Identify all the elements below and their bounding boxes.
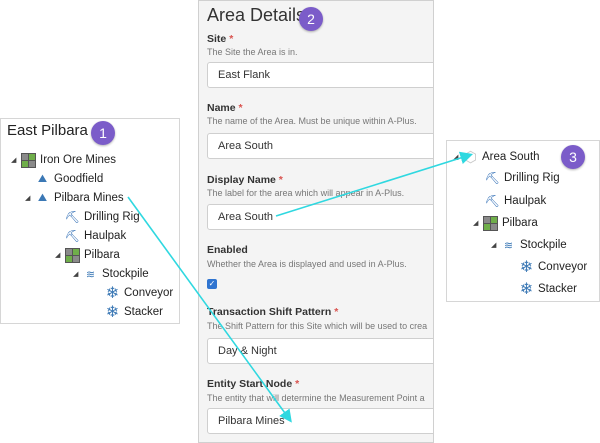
tree-node-drilling-rig[interactable]: ⛏ Drilling Rig [65, 208, 140, 226]
tree-label: Stacker [124, 306, 163, 318]
display-name-label: Display Name * [207, 174, 283, 186]
collapse-triangle-icon[interactable]: ◢ [491, 241, 501, 249]
tree-label: Stacker [538, 283, 577, 295]
step-badge-3: 3 [561, 145, 585, 169]
stockpile-icon: ≋ [85, 268, 96, 281]
name-field[interactable]: Area South [207, 133, 433, 159]
tree-node-area-south[interactable]: ◢ ⬡ Area South [453, 148, 540, 166]
tree-label: Pilbara [84, 249, 120, 261]
shift-pattern-help: The Shift Pattern for this Site which wi… [207, 321, 428, 331]
collapse-triangle-icon[interactable]: ◢ [473, 219, 483, 227]
collapse-triangle-icon[interactable]: ◢ [11, 156, 21, 164]
start-node-help: The entity that will determine the Measu… [207, 393, 425, 403]
tree-node-pilbara[interactable]: ◢ Pilbara [55, 246, 120, 264]
tree-node-stacker[interactable]: ❄ Stacker [519, 280, 577, 298]
grid-icon [21, 152, 36, 168]
tree-node-drilling-rig[interactable]: ⛏ Drilling Rig [485, 169, 560, 187]
tree-node-conveyor[interactable]: ❄ Conveyor [519, 258, 587, 276]
drill-icon: ⛏ [484, 171, 501, 185]
left-tree-panel: East Pilbara 1 ◢ Iron Ore Mines ⛰ Goodfi… [0, 118, 180, 324]
display-name-help: The label for the area which will appear… [207, 188, 405, 198]
shift-pattern-field[interactable]: Day & Night [207, 338, 433, 364]
tree-node-stockpile[interactable]: ◢ ≋ Stockpile [491, 236, 567, 254]
collapse-triangle-icon[interactable]: ◢ [55, 251, 65, 259]
drill-icon: ⛏ [484, 194, 501, 208]
snowflake-icon: ❄ [105, 303, 120, 321]
tree-label: Pilbara [502, 217, 538, 229]
tree-node-pilbara[interactable]: ◢ Pilbara [473, 214, 538, 232]
site-help: The Site the Area is in. [207, 47, 298, 57]
stockpile-location-icon: ⛰ [37, 191, 48, 204]
step-badge-1: 1 [91, 121, 115, 145]
tree-label: Stockpile [102, 268, 149, 280]
tree-node-pilbara-mines[interactable]: ◢ ⛰ Pilbara Mines [25, 189, 124, 207]
area-details-form: Area Details 2 Site * The Site the Area … [198, 0, 434, 443]
tree-label: Conveyor [124, 287, 174, 299]
tree-node-stockpile[interactable]: ◢ ≋ Stockpile [73, 265, 149, 283]
snowflake-icon: ❄ [105, 284, 120, 302]
start-node-label: Entity Start Node * [207, 378, 300, 390]
collapse-triangle-icon[interactable]: ◢ [25, 194, 35, 202]
tree-label: Stockpile [520, 239, 567, 251]
enabled-help: Whether the Area is displayed and used i… [207, 259, 407, 269]
snowflake-icon: ❄ [519, 280, 534, 298]
grid-icon [483, 215, 498, 231]
tree-label: Area South [482, 151, 540, 163]
enabled-checkbox[interactable]: ✓ [207, 279, 217, 289]
step-badge-2: 2 [299, 7, 323, 31]
collapse-triangle-icon[interactable]: ◢ [453, 153, 463, 161]
drill-icon: ⛏ [64, 210, 81, 224]
tree-label: Haulpak [84, 230, 127, 242]
tree-node-stacker[interactable]: ❄ Stacker [105, 303, 163, 321]
tree-label: Pilbara Mines [54, 192, 124, 204]
enabled-label: Enabled [207, 244, 248, 256]
name-help: The name of the Area. Must be unique wit… [207, 116, 417, 126]
tree-label: Iron Ore Mines [40, 154, 117, 166]
shift-pattern-label: Transaction Shift Pattern * [207, 306, 339, 318]
left-panel-title: East Pilbara [7, 122, 88, 139]
stockpile-icon: ≋ [503, 239, 514, 252]
tree-node-goodfield[interactable]: ⛰ Goodfield [35, 170, 103, 188]
form-title: Area Details [207, 5, 306, 25]
start-node-field[interactable]: Pilbara Mines [207, 408, 433, 434]
tree-label: Conveyor [538, 261, 588, 273]
tree-node-haulpak[interactable]: ⛏ Haulpak [485, 192, 546, 210]
snowflake-icon: ❄ [519, 258, 534, 276]
site-field[interactable]: East Flank [207, 62, 433, 88]
grid-icon [65, 247, 80, 263]
tree-label: Goodfield [54, 173, 104, 185]
tree-node-haulpak[interactable]: ⛏ Haulpak [65, 227, 126, 245]
drill-icon: ⛏ [64, 229, 81, 243]
tree-node-conveyor[interactable]: ❄ Conveyor [105, 284, 173, 302]
tree-label: Haulpak [504, 195, 547, 207]
tree-label: Drilling Rig [504, 172, 560, 184]
right-tree-panel: 3 ◢ ⬡ Area South ⛏ Drilling Rig ⛏ Haulpa… [446, 140, 600, 302]
site-label: Site * [207, 33, 234, 45]
name-label: Name * [207, 102, 243, 114]
tree-node-iron-ore-mines[interactable]: ◢ Iron Ore Mines [11, 151, 116, 169]
tree-label: Drilling Rig [84, 211, 140, 223]
collapse-triangle-icon[interactable]: ◢ [73, 270, 83, 278]
hexagon-icon: ⬡ [463, 148, 478, 166]
stockpile-location-icon: ⛰ [37, 172, 48, 185]
display-name-field[interactable]: Area South [207, 204, 433, 230]
